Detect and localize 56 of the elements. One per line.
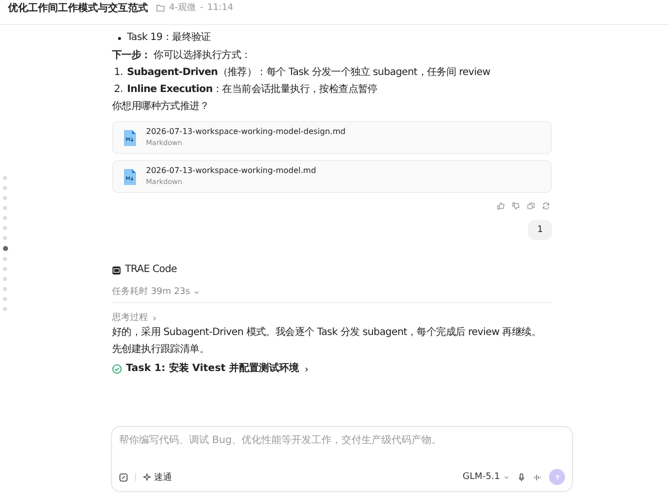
chevron-down-icon: [193, 288, 200, 296]
scroll-marker[interactable]: [3, 206, 7, 210]
duration-toggle[interactable]: 任务耗时 39m 23s: [112, 285, 200, 299]
model-selector[interactable]: GLM-5.1: [462, 472, 510, 482]
sparkle-icon: [143, 473, 151, 481]
bullet-dot: [118, 37, 121, 40]
scroll-marker[interactable]: [3, 307, 7, 311]
file-name: 2026-07-13-workspace-working-model-design.md: [146, 126, 346, 138]
folder-icon: [156, 4, 165, 12]
scroll-marker[interactable]: [3, 186, 7, 190]
refresh-icon[interactable]: [542, 202, 550, 210]
message-composer[interactable]: 帮你编写代码、调试 Bug、优化性能等开发工作，交付生产级代码产物。 速通 GLM-5.1: [111, 426, 573, 492]
microphone-icon[interactable]: [517, 472, 526, 482]
folder-name: 4-观微: [169, 2, 196, 14]
user-message-bubble: 1: [528, 220, 552, 240]
arrow-up-icon: [554, 474, 560, 480]
thinking-toggle[interactable]: 思考过程: [112, 311, 158, 325]
list-number: 1.: [114, 66, 123, 80]
scroll-marker[interactable]: [3, 226, 7, 230]
markdown-file-icon: [123, 128, 137, 146]
scroll-marker[interactable]: [3, 236, 7, 240]
list-item-text: Inline Execution：在当前会话批量执行，按检查点暂停: [126, 82, 378, 97]
send-button[interactable]: [549, 469, 565, 485]
task-item[interactable]: Task 1: 安装 Vitest 并配置测试环境: [112, 360, 310, 378]
paragraph: 你想用哪种方式推进？: [112, 100, 210, 114]
thumbs-down-icon[interactable]: [512, 202, 520, 210]
chat-title: 优化工作间工作模式与交互范式: [8, 1, 148, 14]
separator-text: -: [200, 2, 204, 12]
scroll-marker[interactable]: [3, 267, 7, 271]
mode-button[interactable]: 速通: [143, 470, 172, 484]
list-number: 2.: [114, 83, 123, 97]
scroll-marker[interactable]: [3, 246, 8, 251]
markdown-file-icon: [123, 168, 137, 186]
paragraph: 先创建执行跟踪清单。: [112, 342, 210, 357]
thumbs-up-icon[interactable]: [497, 202, 505, 210]
scroll-marker[interactable]: [3, 277, 7, 281]
bullet-text: Task 19：最终验证: [127, 31, 211, 45]
chevron-right-icon: [151, 314, 158, 322]
scroll-marker[interactable]: [3, 297, 7, 301]
agent-name: TRAE Code: [125, 263, 177, 277]
terminal-logo-icon: [112, 266, 121, 275]
waveform-icon[interactable]: [533, 472, 542, 482]
chevron-right-icon: [303, 366, 310, 372]
scroll-marker[interactable]: [3, 176, 7, 180]
scroll-marker[interactable]: [3, 216, 7, 220]
chat-time: 11:14: [207, 2, 234, 12]
scroll-marker[interactable]: [3, 257, 7, 261]
paragraph: 好的，采用 Subagent-Driven 模式。我会逐个 Task 分发 subagent，每个完成后 review 再继续。: [112, 326, 542, 340]
copy-icon[interactable]: [527, 202, 535, 210]
file-name: 2026-07-13-workspace-working-model.md: [146, 165, 316, 177]
scroll-marker[interactable]: [3, 287, 7, 291]
scroll-marker[interactable]: [3, 196, 7, 200]
list-item-text: Subagent-Driven（推荐）：每个 Task 分发一个独立 subagent，任务间 review: [126, 66, 490, 80]
chevron-down-icon: [503, 474, 510, 480]
context-icon[interactable]: [119, 472, 128, 482]
paragraph: 下一步： 你可以选择执行方式：: [112, 48, 252, 63]
